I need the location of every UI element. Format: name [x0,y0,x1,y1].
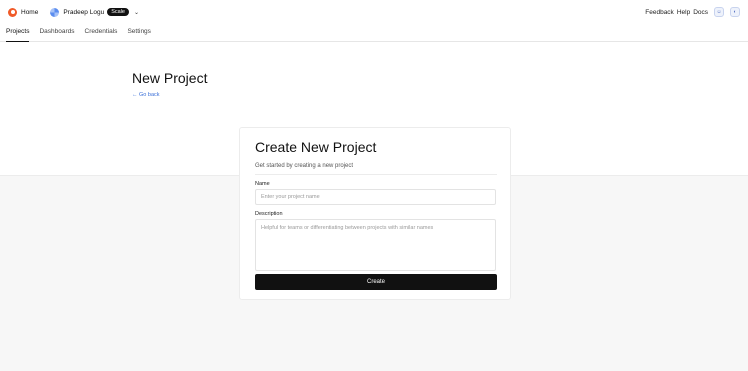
tab-projects[interactable]: Projects [6,24,30,42]
card-divider [255,174,497,175]
project-name-input[interactable] [255,189,496,205]
app-logo-icon[interactable] [8,7,17,17]
tab-settings[interactable]: Settings [127,24,151,42]
description-label: Description [255,211,283,217]
org-icon [50,7,60,17]
help-link[interactable]: Help [677,9,690,16]
home-link[interactable]: Home [21,9,38,16]
tab-dashboards[interactable]: Dashboards [39,24,74,42]
docs-link[interactable]: Docs [693,9,708,16]
org-name[interactable]: Pradeep Logu [63,9,104,16]
plan-badge: Scale [107,8,129,16]
page-title: New Project [132,70,208,86]
nav-tabs: Projects Dashboards Credentials Settings [0,24,748,42]
feedback-link[interactable]: Feedback [645,9,674,16]
chevron-down-icon[interactable]: ⌄ [134,9,139,16]
project-description-input[interactable] [255,219,496,271]
top-bar: Home Pradeep Logu Scale ⌄ [0,0,748,24]
create-button[interactable]: Create [255,274,497,290]
account-menu-icon[interactable]: ◐ [730,7,740,17]
header-links: Feedback Help Docs ☺ ◐ [645,0,740,24]
card-subtitle: Get started by creating a new project [255,163,354,169]
tab-credentials[interactable]: Credentials [85,24,118,42]
card-title: Create New Project [255,139,377,155]
go-back-link[interactable]: ← Go back [132,92,160,98]
user-avatar-icon[interactable]: ☺ [714,7,724,17]
name-label: Name [255,181,270,187]
create-project-card: Create New Project Get started by creati… [239,127,511,300]
